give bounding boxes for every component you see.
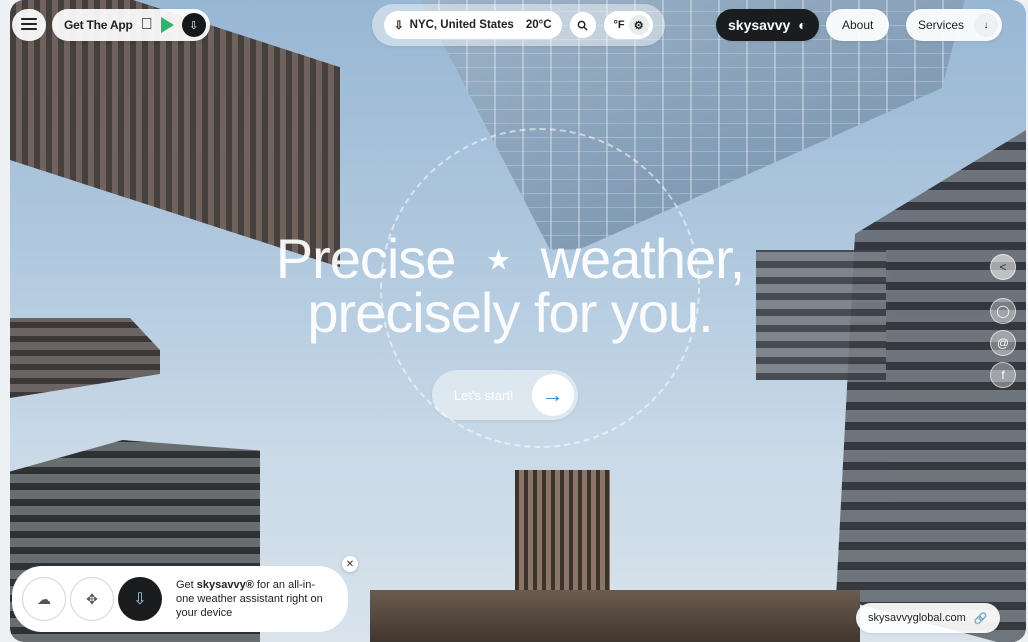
hero-line2: precisely for you.	[307, 281, 713, 344]
building-mid-left	[10, 318, 160, 398]
gear-icon[interactable]: ⚙	[628, 15, 649, 35]
location-label: NYC, United States	[409, 19, 514, 31]
google-play-icon[interactable]	[160, 17, 174, 33]
share-icon[interactable]: <	[990, 254, 1016, 280]
download-icon[interactable]: ⇩	[181, 13, 206, 37]
get-app-label: Get The App	[64, 18, 133, 32]
close-icon[interactable]: ✕	[342, 556, 358, 572]
social-rail: < ◯ @ f	[990, 254, 1016, 388]
promo-text: Get skysavvy® for an all-in-one weather …	[176, 579, 323, 619]
sun-icon: ⋆	[480, 227, 516, 290]
about-link[interactable]: About	[826, 9, 890, 41]
lets-start-label: Let's start!	[454, 387, 514, 403]
chevron-down-icon: ↓	[974, 13, 999, 37]
download-app-button[interactable]: ⇩	[118, 577, 162, 621]
get-app-pill: Get The App  ⇩	[52, 9, 210, 41]
facebook-icon[interactable]: f	[990, 362, 1016, 388]
compass-icon[interactable]: ✥	[70, 577, 114, 621]
services-dropdown[interactable]: Services ↓	[906, 9, 1003, 41]
promo-brand: skysavvy®	[196, 579, 254, 591]
instagram-icon[interactable]: ◯	[990, 298, 1016, 324]
arrow-right-icon: →	[531, 374, 574, 416]
building-bottom-base	[370, 590, 860, 642]
temperature-label: 20°C	[525, 19, 552, 31]
search-icon[interactable]	[569, 12, 596, 38]
theme-toggle-icon[interactable]: ◐	[798, 17, 806, 33]
hero-headline: Precise ⋆ weather, precisely for you.	[140, 227, 880, 344]
hamburger-icon	[21, 17, 37, 33]
services-label: Services	[918, 18, 965, 32]
location-pin-icon: ⇩	[394, 20, 404, 32]
weather-toolbar: ⇩ NYC, United States 20°C °F ⚙	[372, 4, 665, 46]
apple-icon[interactable]: 	[141, 16, 153, 34]
cloud-icon[interactable]: ☁	[22, 577, 66, 621]
location-pill[interactable]: ⇩ NYC, United States 20°C	[384, 11, 562, 39]
brand-logo[interactable]: skysavvy ◐	[716, 9, 819, 41]
unit-toggle[interactable]: °F ⚙	[603, 11, 653, 39]
menu-button[interactable]	[12, 9, 46, 41]
app-promo-card: ☁ ✥ ⇩ Get skysavvy® for an all-in-one we…	[12, 566, 348, 632]
unit-label: °F	[613, 19, 625, 31]
lets-start-button[interactable]: Let's start! →	[432, 370, 578, 420]
site-label: skysavvyglobal.com	[868, 612, 966, 624]
brand-name: skysavvy	[728, 17, 791, 33]
link-icon: 🔗	[973, 612, 988, 625]
site-link[interactable]: skysavvyglobal.com 🔗	[856, 603, 1000, 633]
threads-icon[interactable]: @	[990, 330, 1016, 356]
